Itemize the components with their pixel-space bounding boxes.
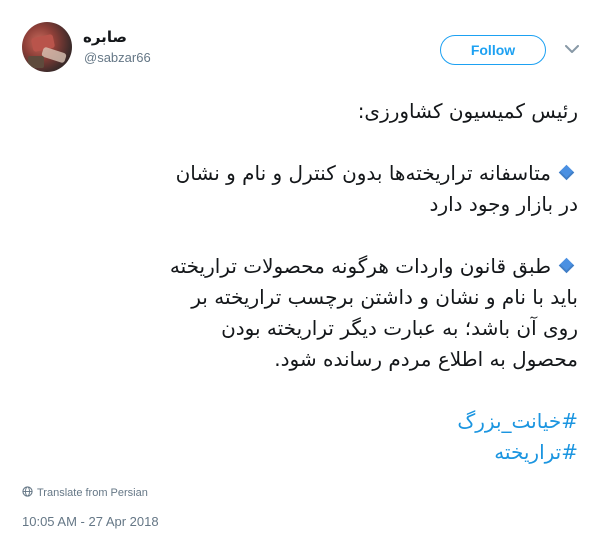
tweet-timestamp[interactable]: 10:05 AM - 27 Apr 2018 (22, 514, 159, 529)
tweet-header: صابره @sabzar66 Follow (22, 20, 582, 76)
translate-label: Translate from Persian (37, 487, 148, 499)
tweet-title: رئیس کمیسیون کشاورزی: (357, 99, 578, 123)
translate-link[interactable]: Translate from Persian (22, 486, 148, 500)
tweet-paragraph-1: متاسفانه تراریخته‌ها بدون کنترل و نام و … (175, 161, 578, 216)
display-name[interactable]: صابره (83, 28, 127, 46)
tweet-text: رئیس کمیسیون کشاورزی: متاسفانه تراریخته‌… (18, 96, 578, 468)
avatar[interactable] (22, 22, 72, 72)
globe-icon (22, 486, 33, 500)
user-handle[interactable]: @sabzar66 (84, 50, 151, 65)
small-blue-diamond-icon (558, 164, 575, 181)
hashtags: #خیانت_بزرگ #تراریخته (18, 406, 578, 468)
chevron-down-icon[interactable] (563, 40, 581, 58)
small-blue-diamond-icon (558, 257, 575, 274)
hashtag-link[interactable]: #خیانت_بزرگ (457, 409, 578, 433)
follow-button[interactable]: Follow (440, 35, 546, 65)
tweet-paragraph-2: طبق قانون واردات هرگونه محصولات تراریخته… (169, 254, 578, 371)
hashtag-link[interactable]: #تراریخته (494, 440, 578, 464)
